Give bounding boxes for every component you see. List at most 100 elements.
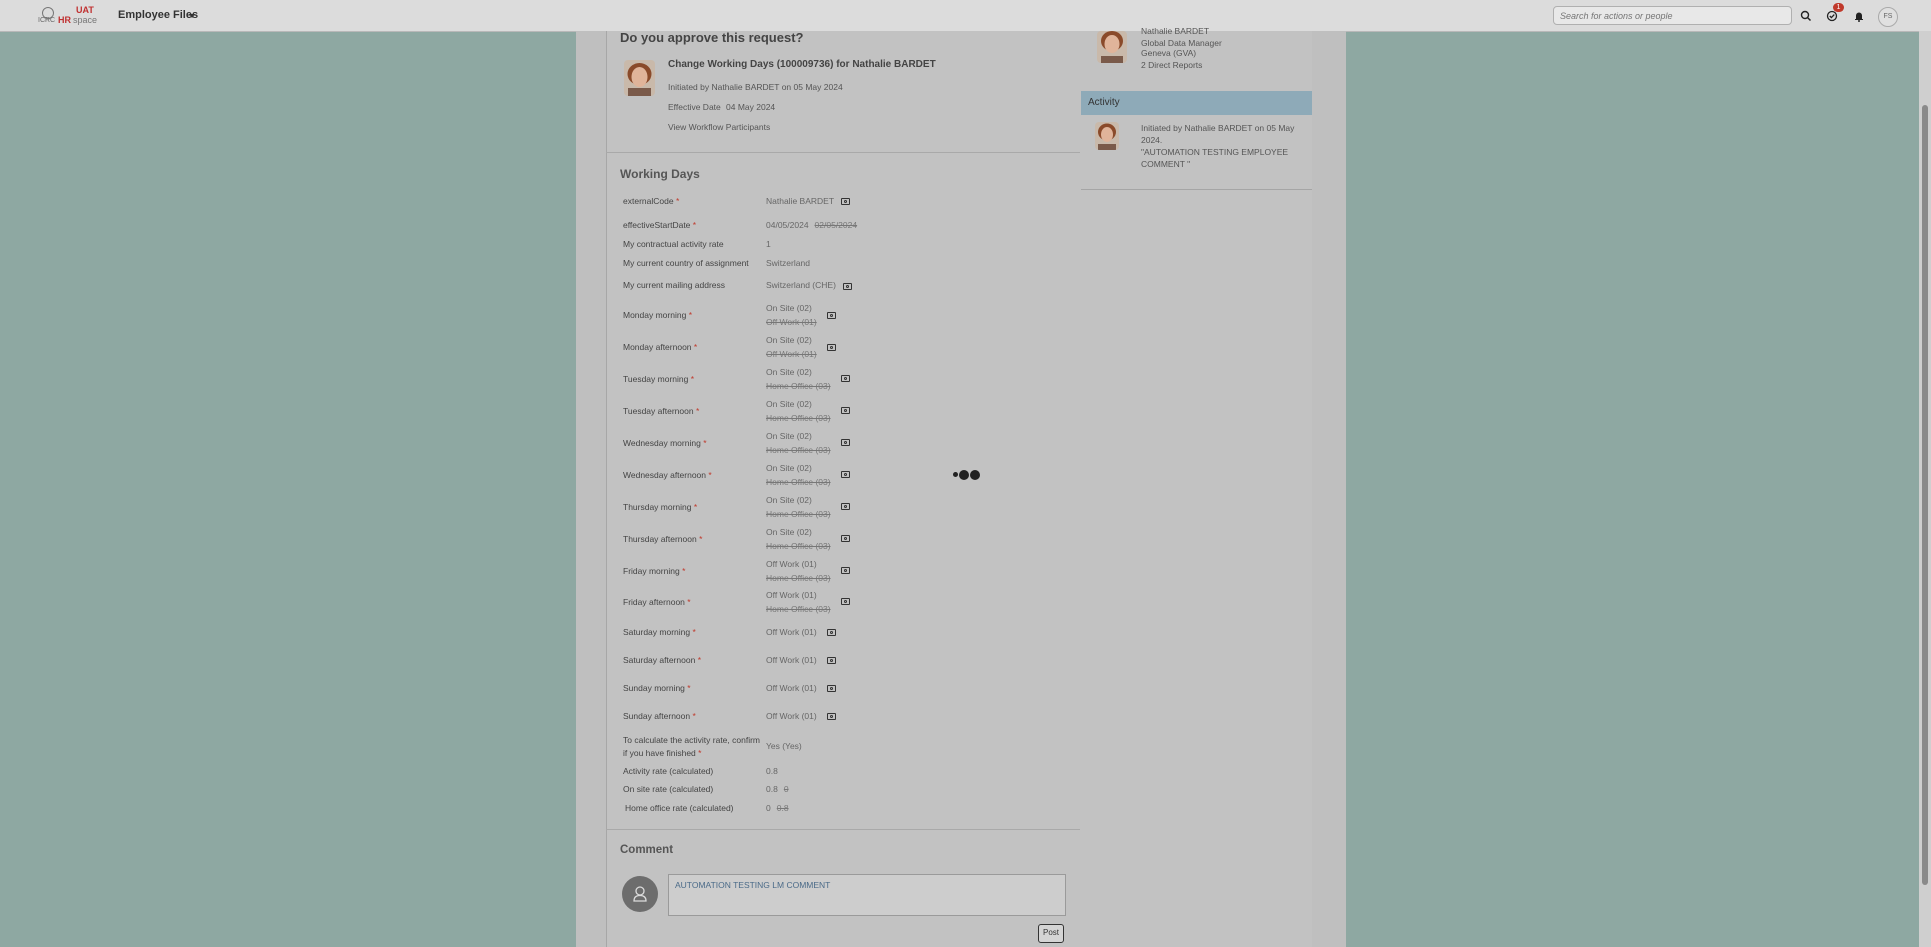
field-label-activity-rate: Activity rate (calculated) bbox=[623, 766, 714, 776]
chevron-down-icon[interactable] bbox=[189, 14, 195, 18]
employee-name[interactable]: Nathalie BARDET bbox=[1141, 26, 1209, 36]
logo-space-text: space bbox=[73, 15, 98, 25]
field-value-monday-morning: On Site (02) bbox=[766, 303, 812, 313]
logo-icrc-text: ICRC bbox=[38, 17, 56, 24]
detail-card-icon[interactable] bbox=[827, 344, 836, 351]
detail-card-icon[interactable] bbox=[841, 535, 850, 542]
module-switcher[interactable]: Employee Files bbox=[118, 9, 198, 21]
environment-label: UAT bbox=[76, 5, 94, 15]
detail-card-icon[interactable] bbox=[827, 312, 836, 319]
field-label-monday-afternoon: Monday afternoon * bbox=[623, 342, 698, 352]
field-label-homeoffice-rate: Home office rate (calculated) bbox=[625, 803, 734, 813]
field-label-tuesday-morning: Tuesday morning * bbox=[623, 374, 695, 384]
field-old-value: 02/05/2024 bbox=[814, 220, 858, 230]
field-label-sunday-morning: Sunday morning * bbox=[623, 683, 691, 693]
detail-card-icon[interactable] bbox=[841, 598, 850, 605]
field-old-tuesday-morning: Home Office (03) bbox=[766, 381, 831, 391]
field-value-externalcode: Nathalie BARDET bbox=[766, 196, 835, 206]
field-old-friday-afternoon: Home Office (03) bbox=[766, 604, 831, 614]
employee-role: Global Data Manager bbox=[1141, 38, 1222, 48]
search-icon[interactable] bbox=[1799, 9, 1813, 23]
field-old-thursday-morning: Home Office (03) bbox=[766, 509, 831, 519]
field-label-confirm-finished: To calculate the activity rate, confirm i… bbox=[623, 735, 761, 758]
field-value-friday-morning: Off Work (01) bbox=[766, 559, 817, 569]
field-label-effectivestartdate: effectiveStartDate * bbox=[623, 220, 697, 230]
activity-entry-comment: "AUTOMATION TESTING EMPLOYEE COMMENT " bbox=[1141, 147, 1289, 169]
field-label-wednesday-morning: Wednesday morning * bbox=[623, 438, 707, 448]
page-gutter-right bbox=[1312, 31, 1346, 947]
view-workflow-participants-link[interactable]: View Workflow Participants bbox=[668, 122, 770, 132]
field-value-onsite-rate: 0.8 0 bbox=[766, 784, 789, 794]
direct-reports-link[interactable]: 2 Direct Reports bbox=[1141, 60, 1202, 70]
field-label-externalcode: externalCode * bbox=[623, 196, 680, 206]
side-divider bbox=[1081, 189, 1312, 190]
detail-card-icon[interactable] bbox=[841, 375, 850, 382]
approval-question: Do you approve this request? bbox=[620, 30, 804, 45]
field-old-wednesday-morning: Home Office (03) bbox=[766, 445, 831, 455]
detail-card-icon[interactable] bbox=[841, 439, 850, 446]
field-old-value: 0 bbox=[783, 784, 789, 794]
page-scrollbar-thumb[interactable] bbox=[1922, 105, 1928, 885]
field-old-tuesday-afternoon: Home Office (03) bbox=[766, 413, 831, 423]
bell-icon[interactable] bbox=[1852, 9, 1866, 23]
requester-photo bbox=[624, 60, 655, 96]
field-label-friday-afternoon: Friday afternoon * bbox=[623, 597, 691, 607]
field-label-saturday-afternoon: Saturday afternoon * bbox=[623, 655, 701, 665]
effective-date-label: Effective Date bbox=[668, 102, 721, 112]
top-header: ICRC UAT HR space Employee Files 1 FS bbox=[0, 0, 1931, 32]
field-label-monday-morning: Monday morning * bbox=[623, 310, 692, 320]
field-old-friday-morning: Home Office (03) bbox=[766, 573, 831, 583]
field-old-monday-afternoon: Off Work (01) bbox=[766, 349, 817, 359]
field-label-sunday-afternoon: Sunday afternoon * bbox=[623, 711, 696, 721]
user-avatar[interactable]: FS bbox=[1878, 7, 1898, 27]
field-label-onsite-rate: On site rate (calculated) bbox=[623, 784, 714, 794]
field-value-homeoffice-rate: 0 0.8 bbox=[766, 803, 789, 813]
detail-card-icon[interactable] bbox=[827, 629, 836, 636]
field-value-effectivestartdate: 04/05/2024 02/05/2024 bbox=[766, 220, 858, 230]
field-value-sunday-afternoon: Off Work (01) bbox=[766, 711, 817, 721]
field-value-thursday-afternoon: On Site (02) bbox=[766, 527, 812, 537]
detail-card-icon[interactable] bbox=[827, 685, 836, 692]
activity-author-photo bbox=[1095, 122, 1119, 150]
company-logo[interactable]: ICRC UAT HR space bbox=[38, 5, 98, 27]
field-value-sunday-morning: Off Work (01) bbox=[766, 683, 817, 693]
comment-textarea[interactable]: AUTOMATION TESTING LM COMMENT bbox=[668, 874, 1066, 916]
field-value-wednesday-morning: On Site (02) bbox=[766, 431, 812, 441]
field-value-thursday-morning: On Site (02) bbox=[766, 495, 812, 505]
logo-hr-text: HR bbox=[58, 15, 71, 25]
field-value-tuesday-afternoon: On Site (02) bbox=[766, 399, 812, 409]
field-label-tuesday-afternoon: Tuesday afternoon * bbox=[623, 406, 700, 416]
detail-card-icon[interactable] bbox=[827, 713, 836, 720]
commenter-avatar bbox=[622, 876, 658, 912]
employee-photo bbox=[1097, 31, 1127, 63]
field-value-mailing-address: Switzerland (CHE) bbox=[766, 280, 836, 290]
page-gutter-left bbox=[576, 31, 606, 947]
employee-location: Geneva (GVA) bbox=[1141, 48, 1197, 58]
section-divider bbox=[606, 829, 1080, 830]
detail-card-icon[interactable] bbox=[841, 567, 850, 574]
field-value-activity-rate: 0.8 bbox=[766, 766, 778, 776]
field-value-confirm-finished: Yes (Yes) bbox=[766, 741, 802, 751]
address-card-icon[interactable] bbox=[843, 283, 852, 290]
activity-entry: Initiated by Nathalie BARDET on 05 May 2… bbox=[1141, 122, 1301, 170]
detail-card-icon[interactable] bbox=[827, 657, 836, 664]
detail-card-icon[interactable] bbox=[841, 407, 850, 414]
detail-card-icon[interactable] bbox=[841, 471, 850, 478]
field-label-thursday-morning: Thursday morning * bbox=[623, 502, 698, 512]
field-value-saturday-afternoon: Off Work (01) bbox=[766, 655, 817, 665]
activity-title: Activity bbox=[1088, 97, 1120, 108]
detail-card-icon[interactable] bbox=[841, 503, 850, 510]
person-icon bbox=[633, 886, 647, 902]
field-label-saturday-morning: Saturday morning * bbox=[623, 627, 696, 637]
employee-card-icon[interactable] bbox=[841, 198, 850, 205]
activity-entry-text: Initiated by Nathalie BARDET on 05 May 2… bbox=[1141, 123, 1295, 145]
search-input[interactable] bbox=[1553, 6, 1792, 25]
field-label-country: My current country of assignment bbox=[623, 258, 749, 268]
section-divider bbox=[606, 152, 1080, 153]
request-title: Change Working Days (100009736) for Nath… bbox=[668, 59, 936, 70]
field-value-wednesday-afternoon: On Site (02) bbox=[766, 463, 812, 473]
field-value-monday-afternoon: On Site (02) bbox=[766, 335, 812, 345]
effective-date-value: 04 May 2024 bbox=[726, 102, 776, 112]
post-button[interactable]: Post bbox=[1038, 924, 1064, 943]
comment-title: Comment bbox=[620, 844, 674, 856]
